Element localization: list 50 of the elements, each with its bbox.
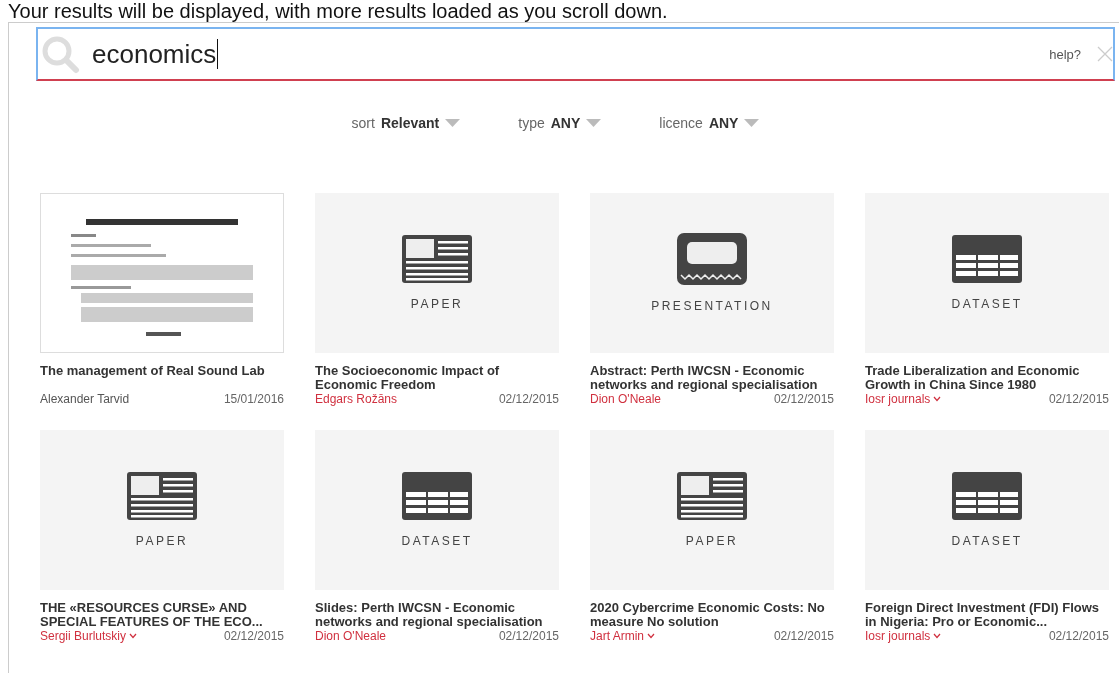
chevron-down-icon[interactable] <box>933 633 942 639</box>
chevron-down-icon[interactable] <box>933 396 942 402</box>
search-icon <box>40 34 80 74</box>
screen-icon <box>677 233 747 285</box>
chevron-down-icon[interactable] <box>129 633 138 639</box>
author-name[interactable]: Dion O'Neale <box>315 629 386 643</box>
table-icon <box>952 235 1022 283</box>
author-name[interactable]: Edgars Rožāns <box>315 392 398 406</box>
result-title[interactable]: Abstract: Perth IWCSN - Economic networks and regional specialisation <box>590 364 834 392</box>
result-title[interactable]: THE «RESOURCES CURSE» AND SPECIAL FEATURES OF THE ECO... <box>40 601 284 629</box>
newspaper-icon <box>677 472 747 520</box>
newspaper-icon <box>127 472 197 520</box>
result-thumbnail[interactable]: PAPER <box>315 193 559 353</box>
search-field[interactable]: economics help? <box>36 27 1115 81</box>
filter-dropdown[interactable]: sort Relevant <box>351 115 461 131</box>
result-date: 02/12/2015 <box>773 629 834 643</box>
newspaper-icon <box>402 235 472 283</box>
table-icon <box>402 472 472 520</box>
result-date: 15/01/2016 <box>223 392 284 406</box>
result-title[interactable]: The management of Real Sound Lab <box>40 364 284 392</box>
result-thumbnail[interactable]: PRESENTATION <box>590 193 834 353</box>
filter-dropdown[interactable]: licence ANY <box>659 115 760 131</box>
filter-dropdown[interactable]: type ANY <box>518 115 602 131</box>
author-name[interactable]: Sergii Burlutskiy <box>40 629 127 643</box>
author-name[interactable]: Iosr journals <box>865 629 931 643</box>
result-date: 02/12/2015 <box>498 392 559 406</box>
result-date: 02/12/2015 <box>1048 629 1109 643</box>
result-date: 02/12/2015 <box>1048 392 1109 406</box>
results-notice: Your results will be displayed, with more results loaded as you scroll down. <box>8 0 668 22</box>
result-title[interactable]: 2020 Cybercrime Economic Costs: No measure No solution <box>590 601 834 629</box>
author-name[interactable]: Iosr journals <box>865 392 931 406</box>
result-thumbnail[interactable]: PAPER <box>40 430 284 590</box>
result-title[interactable]: Slides: Perth IWCSN - Economic networks and regional specialisation <box>315 601 559 629</box>
search-query[interactable]: economics <box>92 38 217 70</box>
help-link[interactable]: help? <box>1049 46 1081 62</box>
result-date: 02/12/2015 <box>773 392 834 406</box>
result-title[interactable]: Foreign Direct Investment (FDI) Flows in Nigeria: Pro or Economic... <box>865 601 1109 629</box>
chevron-down-icon[interactable] <box>647 633 655 639</box>
author-name[interactable]: Jart Armin <box>590 629 644 643</box>
result-title[interactable]: The Socioeconomic Impact of Economic Freedom <box>315 364 559 392</box>
result-thumbnail[interactable]: DATASET <box>865 193 1109 353</box>
author-name: Alexander Tarvid <box>40 392 130 406</box>
result-thumbnail[interactable]: PAPER <box>590 430 834 590</box>
result-title[interactable]: Trade Liberalization and Economic Growth in China Since 1980 <box>865 364 1109 392</box>
author-name[interactable]: Dion O'Neale <box>590 392 661 406</box>
result-date: 02/12/2015 <box>498 629 559 643</box>
table-icon <box>952 472 1022 520</box>
result-thumbnail[interactable]: DATASET <box>865 430 1109 590</box>
result-date: 02/12/2015 <box>223 629 284 643</box>
result-thumbnail[interactable]: DATASET <box>315 430 559 590</box>
